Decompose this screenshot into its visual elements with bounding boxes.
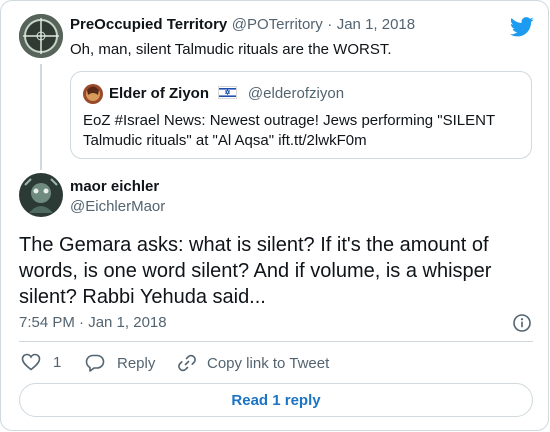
avatar-eichlermaor[interactable]	[19, 173, 63, 217]
twitter-bird-icon[interactable]	[509, 17, 534, 42]
tweet1-date[interactable]: Jan 1, 2018	[337, 16, 415, 33]
thread-connector-line	[40, 64, 42, 170]
quoted-author-handle: @elderofziyon	[247, 85, 345, 102]
info-icon[interactable]	[512, 313, 532, 338]
quoted-text-line2: Talmudic rituals" at "Al Aqsa" ift.tt/2l…	[83, 132, 367, 149]
tweet1-header: PreOccupied Territory @POTerritory · Jan…	[70, 16, 415, 34]
quoted-header: Elder of Ziyon @elderofziyon	[109, 85, 344, 104]
avatar-poterritory[interactable]	[19, 14, 63, 58]
tweet2-author-name[interactable]: maor eichler	[70, 178, 159, 195]
quoted-tweet[interactable]: Elder of Ziyon @elderofziyon EoZ #Israel…	[70, 71, 532, 159]
link-icon	[177, 353, 207, 373]
tweet1-author-handle[interactable]: @POTerritory	[232, 16, 323, 33]
like-count: 1	[53, 353, 62, 371]
reply-button[interactable]: Reply	[85, 353, 155, 373]
read-reply-button[interactable]: Read 1 reply	[19, 383, 533, 417]
quoted-author-name: Elder of Ziyon	[109, 85, 210, 102]
tweet1-separator: ·	[327, 16, 333, 33]
copy-link-label: Copy link to Tweet	[207, 354, 330, 372]
quoted-text-line1: EoZ #Israel News: Newest outrage! Jews p…	[83, 112, 496, 129]
heart-icon	[21, 353, 53, 371]
actions-divider	[19, 341, 533, 342]
israel-flag-icon	[218, 86, 238, 104]
tweet2-text: The Gemara asks: what is silent? If it's…	[19, 234, 492, 308]
tweet1-text: Oh, man, silent Talmudic rituals are the…	[70, 41, 392, 58]
tweet1-author-name[interactable]: PreOccupied Territory	[70, 16, 227, 33]
avatar-elderofziyon	[83, 84, 103, 104]
tweet-embed-card: PreOccupied Territory @POTerritory · Jan…	[0, 0, 549, 431]
copy-link-button[interactable]: Copy link to Tweet	[177, 353, 329, 373]
reply-bubble-icon	[85, 353, 117, 373]
reply-label: Reply	[117, 354, 156, 372]
like-button[interactable]: 1	[21, 353, 61, 371]
tweet2-timestamp[interactable]: 7:54 PM · Jan 1, 2018	[19, 314, 167, 331]
tweet2-author-handle[interactable]: @EichlerMaor	[70, 198, 165, 215]
